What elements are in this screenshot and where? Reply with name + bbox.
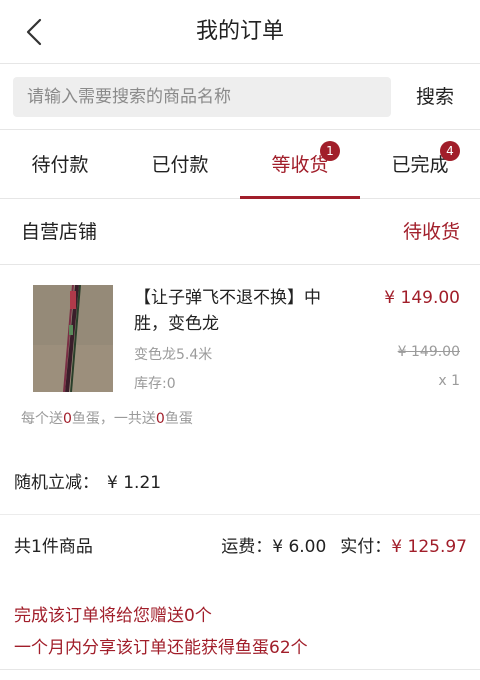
paid-value: ¥ 125.97 — [391, 537, 467, 557]
fishing-rod-image — [33, 285, 113, 392]
quantity-label: x 1 — [438, 373, 460, 389]
promo-share-text: 一个月内分享该订单还能获得鱼蛋62个 — [14, 638, 308, 658]
header-bar: 我的订单 — [0, 0, 480, 64]
tab-pending-payment[interactable]: 待付款 — [0, 131, 120, 198]
shop-row: 自营店铺 待收货 — [0, 199, 480, 265]
item-count: 共1件商品 — [14, 537, 93, 557]
tab-label: 等收货 — [271, 154, 329, 176]
product-spec: 变色龙5.4米 — [134, 347, 213, 363]
stock-label: 库存:0 — [134, 376, 176, 392]
discount-value: ¥ 1.21 — [107, 473, 162, 493]
search-bar: 搜索 — [0, 64, 480, 130]
tab-label: 待付款 — [31, 154, 89, 176]
gift-note-suffix: 鱼蛋 — [164, 411, 193, 427]
page-title: 我的订单 — [195, 19, 284, 44]
paid-label: 实付： — [340, 537, 392, 557]
gift-note-middle: 鱼蛋，一共送 — [71, 411, 156, 427]
order-status: 待收货 — [402, 221, 460, 243]
discount-label: 随机立减： — [14, 473, 99, 493]
product-price: ¥ 149.00 — [384, 288, 460, 308]
gift-total-count: 0 — [155, 411, 165, 427]
tab-paid[interactable]: 已付款 — [120, 131, 240, 198]
search-button[interactable]: 搜索 — [400, 77, 470, 117]
tab-label: 已付款 — [151, 154, 209, 176]
product-title[interactable]: 【让子弹飞不退不换】中胜，变色龙 — [134, 285, 349, 337]
product-image[interactable] — [33, 285, 113, 392]
order-totals: 运费：¥ 6.00 实付：¥ 125.97 — [221, 515, 467, 579]
random-discount: 随机立减： ¥ 1.21 — [14, 468, 161, 493]
count-badge: 4 — [440, 141, 460, 161]
shipping-label: 运费： — [221, 537, 273, 557]
order-item[interactable]: 【让子弹飞不退不换】中胜，变色龙 ¥ 149.00 变色龙5.4米 ¥ 149.… — [0, 265, 480, 435]
order-tabs: 待付款 已付款 等收货 1 已完成 4 — [0, 131, 480, 199]
gift-note-prefix: 每个送 — [21, 411, 63, 427]
tab-completed[interactable]: 已完成 4 — [360, 131, 480, 198]
gift-each-count: 0 — [63, 411, 72, 427]
shipping-value: ¥ 6.00 — [272, 537, 327, 557]
tab-awaiting-receipt[interactable]: 等收货 1 — [240, 131, 360, 199]
promo-gift-text: 完成该订单将给您赠送0个 — [14, 606, 212, 626]
count-badge: 1 — [320, 141, 340, 161]
order-summary: 共1件商品 运费：¥ 6.00 实付：¥ 125.97 — [0, 514, 480, 578]
divider — [0, 669, 480, 670]
tab-label: 已完成 — [391, 154, 449, 176]
search-input[interactable] — [13, 77, 391, 117]
gift-note: 每个送0鱼蛋，一共送0鱼蛋 — [21, 408, 193, 428]
original-price: ¥ 149.00 — [397, 344, 460, 360]
shop-name: 自营店铺 — [21, 221, 98, 243]
